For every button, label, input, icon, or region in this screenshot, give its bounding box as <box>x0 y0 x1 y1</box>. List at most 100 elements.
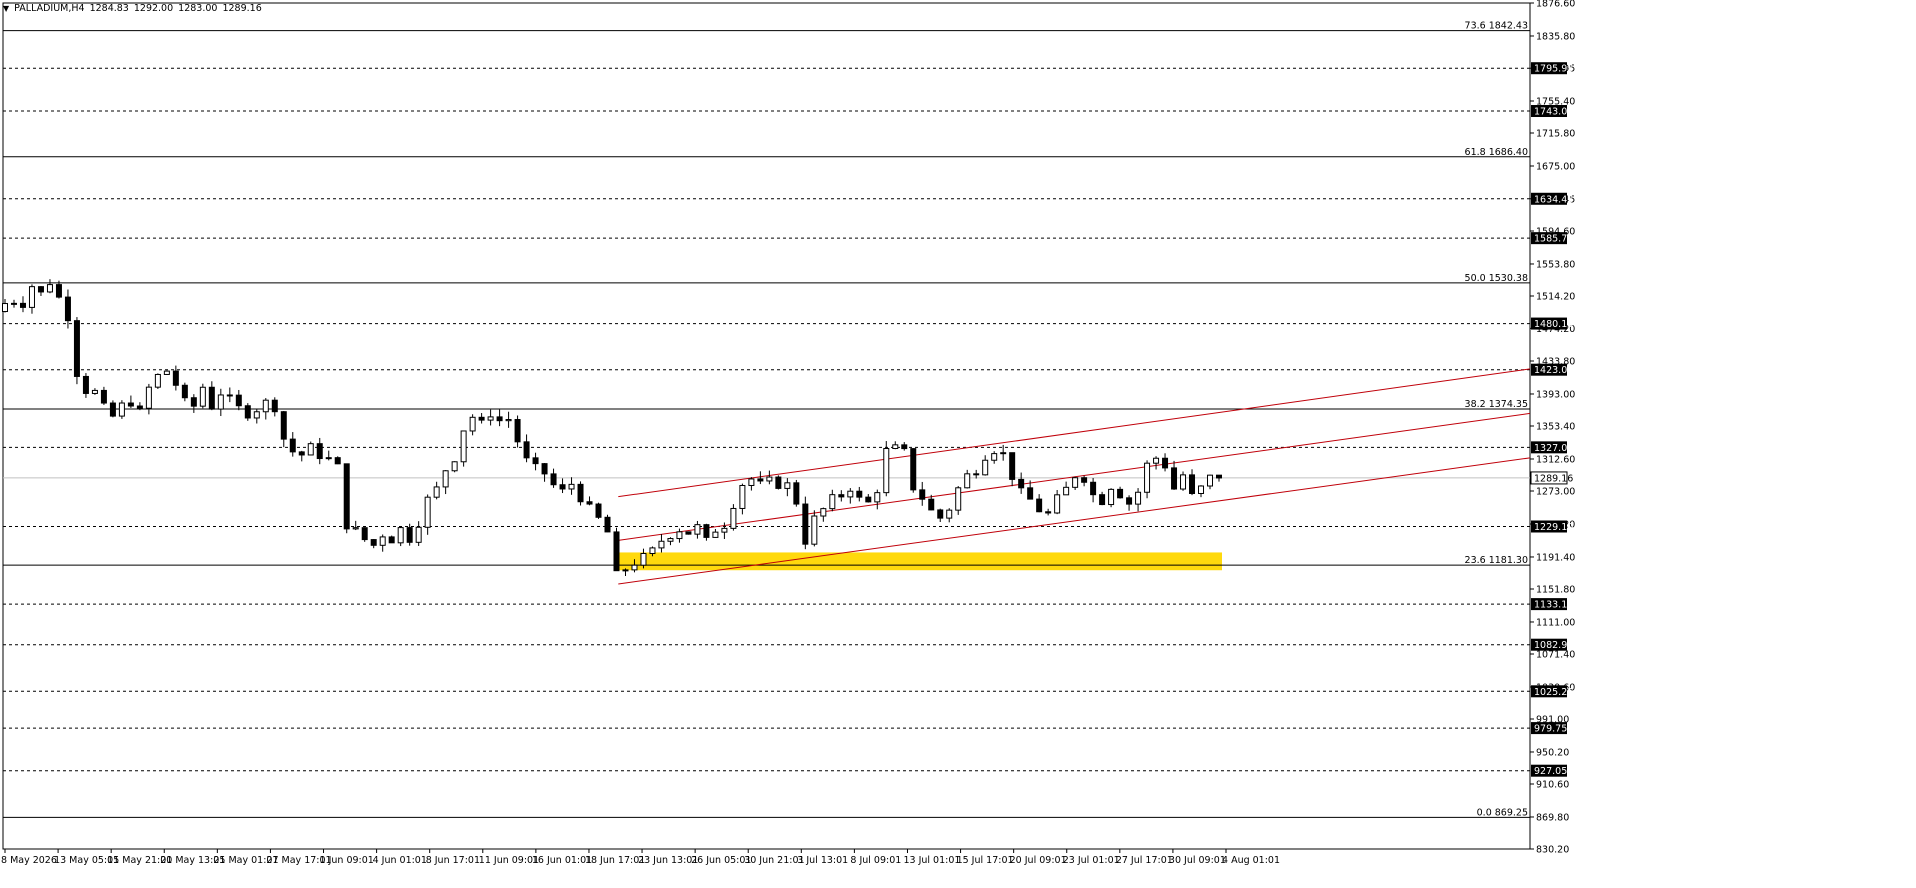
candle <box>514 415 521 448</box>
candle <box>910 448 917 493</box>
time-tick-label: 13 Jul 01:01 <box>903 855 960 866</box>
candle-body <box>892 444 899 450</box>
candle-body <box>64 296 71 322</box>
candle <box>685 531 692 535</box>
candle-body <box>478 416 485 421</box>
candle <box>73 317 80 385</box>
price-tick-label: 1514.20 <box>1536 291 1575 302</box>
time-tick-label: 1 Jun 09:01 <box>320 855 374 866</box>
level-box-label: 1795.95 <box>1534 64 1573 75</box>
candle <box>1171 460 1178 490</box>
level-box-label: 1585.75 <box>1534 234 1573 245</box>
candle <box>352 520 359 531</box>
candle-body <box>793 482 800 505</box>
candle-body <box>1216 474 1222 479</box>
candle-body <box>748 478 755 486</box>
candle-body <box>370 539 377 546</box>
time-tick-label: 23 Jul 01:01 <box>1063 855 1120 866</box>
candle <box>451 461 458 473</box>
candle <box>622 568 629 577</box>
candle-body <box>703 524 710 538</box>
price-tick-label: 1353.40 <box>1536 422 1575 433</box>
candle-body <box>28 286 35 308</box>
candle <box>802 496 809 550</box>
candle-body <box>154 373 161 388</box>
candle-body <box>46 284 53 293</box>
time-tick-label: 8 May 2026 <box>1 855 57 866</box>
price-tick-label: 1111.00 <box>1536 617 1575 628</box>
candle-body <box>568 483 575 490</box>
candle <box>919 481 926 506</box>
candle <box>334 456 341 465</box>
candle <box>784 478 791 497</box>
level-box-label: 927.05 <box>1534 766 1567 777</box>
time-tick-label: 8 Jul 09:01 <box>850 855 901 866</box>
candle-body <box>559 484 566 490</box>
candle-body <box>1027 487 1034 500</box>
candle <box>847 488 854 504</box>
time-tick-label: 26 Jun 05:01 <box>691 855 751 866</box>
candle-body <box>496 416 503 422</box>
candle-body <box>91 389 98 394</box>
candle <box>100 386 107 405</box>
candle-body <box>397 527 404 544</box>
candle-body <box>1099 494 1106 506</box>
candle <box>883 441 890 497</box>
candle <box>496 409 503 427</box>
candle <box>541 463 548 482</box>
candle-body <box>280 411 287 440</box>
candle <box>856 486 863 502</box>
candle <box>991 451 998 464</box>
candle <box>1108 488 1115 508</box>
support-zone <box>618 552 1222 571</box>
candle <box>1117 486 1124 499</box>
symbol-dropdown-icon[interactable]: ▼ <box>3 4 9 13</box>
candle <box>901 442 908 451</box>
candle-body <box>631 564 638 571</box>
candle <box>424 494 431 535</box>
candle <box>595 502 602 519</box>
candle <box>154 373 161 389</box>
price-tick-label: 910.60 <box>1536 779 1569 790</box>
candle-body <box>532 457 539 465</box>
candle-body <box>685 531 692 535</box>
candle <box>874 489 881 510</box>
symbol-label: PALLADIUM,H4 <box>14 3 85 14</box>
candle <box>1063 481 1070 496</box>
candle <box>937 508 944 523</box>
candle-body <box>298 451 305 456</box>
candle <box>1216 474 1222 482</box>
candle-body <box>1054 494 1061 514</box>
candle <box>325 450 332 461</box>
candle-body <box>523 441 530 459</box>
candle-body <box>208 386 215 410</box>
candle-body <box>541 463 548 475</box>
fib-level-label: 61.8 1686.40 <box>1465 147 1528 158</box>
candle-body <box>442 470 449 488</box>
fib-level-label: 73.6 1842.43 <box>1465 21 1528 32</box>
candle-body <box>460 430 467 463</box>
candle-body <box>433 486 440 498</box>
candle <box>145 383 152 415</box>
candle-body <box>595 503 602 518</box>
level-box-label: 1133.10 <box>1534 600 1573 611</box>
candle <box>586 496 593 506</box>
candle <box>1045 508 1052 516</box>
candle <box>1018 472 1025 494</box>
candle <box>820 507 827 522</box>
chart-area[interactable]: 73.6 1842.43 61.8 1686.40 50.0 1530.38 38.2… <box>0 0 1916 888</box>
time-tick-label: 4 Jun 01:01 <box>373 855 427 866</box>
candle <box>181 382 188 402</box>
candle-body <box>604 516 611 533</box>
time-tick-label: 30 Jun 21:01 <box>744 855 804 866</box>
candle <box>127 395 134 408</box>
time-axis: 8 May 202613 May 05:0115 May 21:0120 May… <box>1 849 1280 866</box>
price-chart[interactable]: 73.6 1842.43 61.8 1686.40 50.0 1530.38 38.2… <box>0 0 1916 888</box>
candle-body <box>946 509 953 519</box>
candle <box>1072 476 1079 490</box>
candle <box>307 441 314 456</box>
candle-body <box>379 536 386 546</box>
candle-body <box>190 397 197 407</box>
candle-body <box>415 526 422 543</box>
candle-body <box>1207 474 1214 487</box>
